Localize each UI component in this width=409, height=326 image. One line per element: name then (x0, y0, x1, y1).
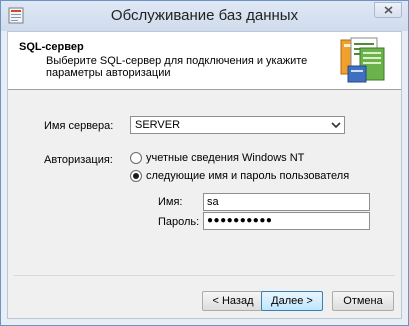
server-name-combobox[interactable]: SERVER (130, 116, 345, 134)
auth-option-windows[interactable]: учетные сведения Windows NT (130, 152, 304, 164)
footer-divider (14, 275, 395, 276)
radio-windows-nt[interactable] (130, 152, 142, 164)
server-name-value: SERVER (135, 119, 181, 131)
password-input[interactable]: ●●●●●●●●●● (203, 212, 370, 230)
chevron-down-icon[interactable] (331, 119, 341, 131)
close-button[interactable] (374, 2, 402, 18)
auth-option-windows-label: учетные сведения Windows NT (146, 152, 305, 164)
database-documents-icon (340, 37, 385, 83)
dialog-body: SQL-сервер Выберите SQL-сервер для подкл… (7, 31, 402, 319)
close-icon (384, 6, 392, 14)
dialog-window: Обслуживание баз данных SQL-сервер Выбер… (0, 0, 409, 326)
next-button[interactable]: Далее > (261, 291, 323, 311)
page-description: Выберите SQL-сервер для подключения и ук… (46, 55, 308, 79)
page-title: SQL-сервер (19, 41, 84, 53)
back-button[interactable]: < Назад (202, 291, 264, 311)
authorization-label: Авторизация: (44, 154, 113, 166)
auth-option-user-label: следующие имя и пароль пользователя (146, 170, 350, 182)
auth-option-user[interactable]: следующие имя и пароль пользователя (130, 170, 349, 182)
radio-user-password[interactable] (130, 170, 142, 182)
cancel-button[interactable]: Отмена (332, 291, 394, 311)
user-name-input[interactable]: sa (203, 193, 370, 211)
title-bar[interactable]: Обслуживание баз данных (1, 1, 408, 31)
window-title: Обслуживание баз данных (110, 7, 299, 24)
server-name-label: Имя сервера: (44, 120, 114, 132)
password-label: Пароль: (158, 216, 200, 228)
user-name-label: Имя: (158, 196, 183, 208)
wizard-header: SQL-сервер Выберите SQL-сервер для подкл… (8, 32, 401, 90)
